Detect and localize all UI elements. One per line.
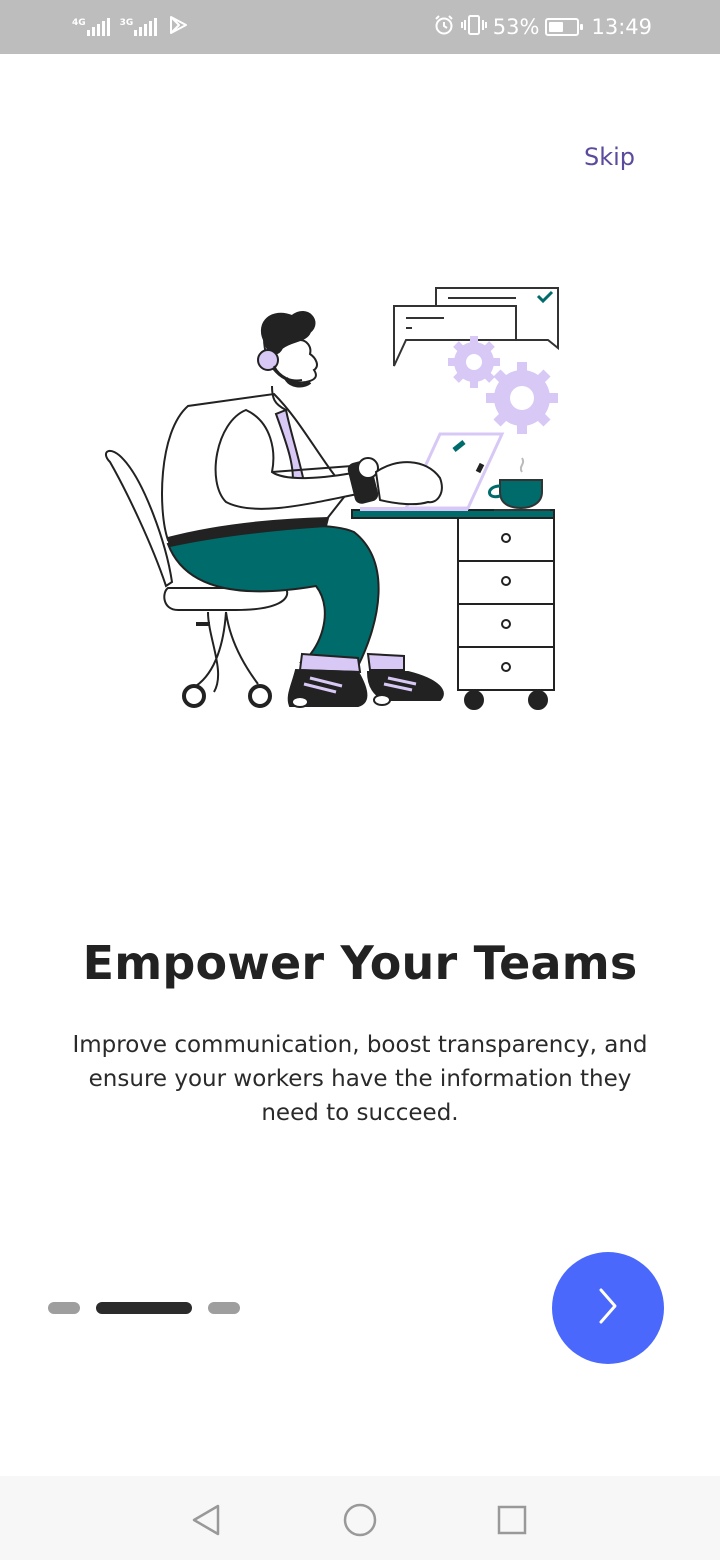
onboarding-description: Improve communication, boost transparenc… [72, 1032, 648, 1126]
onboarding-illustration [96, 282, 566, 718]
recents-icon[interactable] [492, 1500, 532, 1540]
vibrate-icon [460, 14, 487, 41]
clock: 13:49 [591, 15, 652, 39]
home-icon[interactable] [340, 1500, 380, 1540]
onboarding-title: Empower Your Teams [82, 936, 638, 990]
battery-icon [545, 18, 584, 36]
network-type-label: 3G [119, 18, 134, 28]
play-store-icon [167, 14, 189, 40]
status-bar: 4G 3G 53% 13:49 [0, 0, 720, 54]
chevron-right-icon [593, 1284, 623, 1332]
status-bar-right: 53% 13:49 [433, 12, 652, 42]
signal-icon: 3G [120, 18, 158, 36]
battery-percent: 53% [492, 15, 540, 39]
page-indicator-dot [48, 1302, 80, 1314]
coffee-cup-icon [488, 457, 550, 511]
page-indicator-dot-active [96, 1302, 192, 1314]
network-type-label: 4G [72, 18, 86, 28]
alarm-icon [433, 14, 455, 41]
status-bar-left: 4G 3G [72, 12, 189, 42]
gear-icon [448, 336, 558, 434]
back-icon[interactable] [186, 1500, 226, 1540]
skip-button[interactable]: Skip [584, 143, 635, 171]
signal-icon: 4G [72, 18, 110, 36]
next-button[interactable] [552, 1252, 664, 1364]
system-nav-bar [0, 1476, 720, 1560]
page-indicator-dot [208, 1302, 240, 1314]
